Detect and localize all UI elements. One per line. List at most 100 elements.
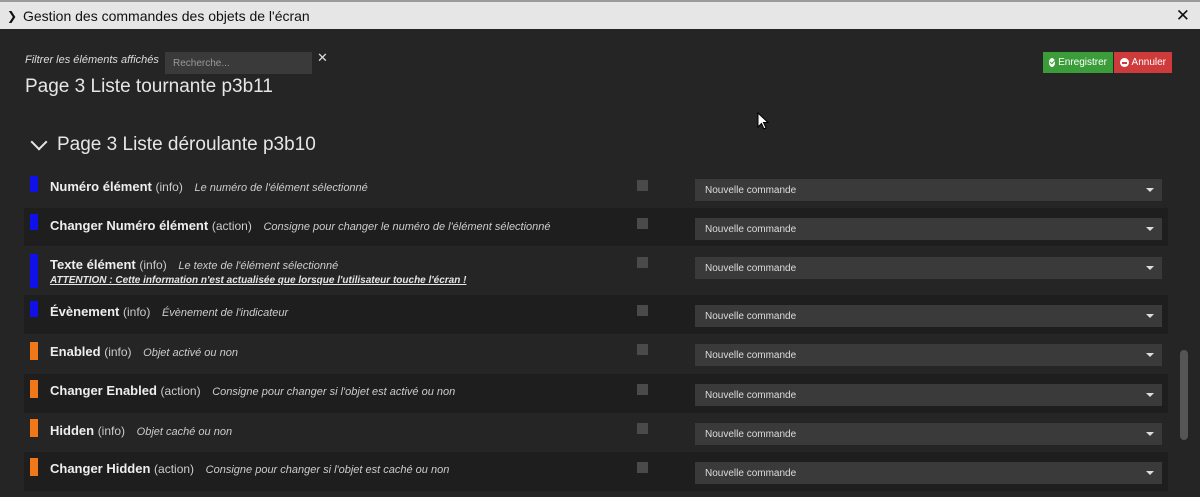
check-circle-icon [1049,58,1056,67]
row-checkbox[interactable] [637,423,648,434]
row-description: Objet activé ou non [143,347,238,359]
row-type: (info) [104,345,132,359]
vertical-scrollbar[interactable] [1180,350,1188,440]
row-description: Consigne pour changer si l'objet est act… [212,386,456,398]
row-name: Numéro élément [50,179,152,194]
save-button[interactable]: Enregistrer [1043,52,1113,73]
caret-down-icon [1146,227,1154,231]
row-type: (action) [154,462,195,476]
command-select-value: Nouvelle commande [705,428,797,440]
clear-search-icon[interactable]: ✕ [317,50,328,66]
row-warning: ATTENTION : Cette information n'est actu… [50,275,467,286]
type-color-bar [30,380,38,398]
save-button-label: Enregistrer [1058,57,1107,68]
command-row: Changer Enabled (action) Consigne pour c… [24,374,1168,413]
command-select-value: Nouvelle commande [705,467,797,479]
row-label: Texte élément (info) Le texte de l'éléme… [50,257,338,272]
command-select-value: Nouvelle commande [705,389,797,401]
row-name: Texte élément [50,257,136,272]
row-checkbox[interactable] [637,257,648,268]
caret-down-icon [1146,393,1154,397]
command-row: Évènement (info) Évènement de l'indicate… [24,295,1168,334]
command-row: Changer Numéro élément (action) Consigne… [24,208,1168,246]
type-color-bar [30,419,38,437]
close-icon[interactable]: ✕ [1176,6,1190,26]
command-select-value: Nouvelle commande [705,223,797,235]
row-type: (info) [139,258,167,272]
command-select[interactable]: Nouvelle commande [695,384,1162,406]
row-description: Évènement de l'indicateur [161,307,289,319]
row-label: Évènement (info) Évènement de l'indicate… [50,304,288,319]
command-row: Texte élément (info) Le texte de l'éléme… [24,246,1168,295]
section-heading[interactable]: Page 3 Liste déroulante p3b10 [30,133,316,156]
row-type: (info) [97,424,126,438]
command-row: Changer Hidden (action) Consigne pour ch… [24,452,1168,491]
row-description: Le texte de l'élément sélectionné [178,260,339,272]
minus-circle-icon [1120,58,1129,67]
row-checkbox[interactable] [637,180,648,191]
row-type: (action) [160,384,201,398]
row-name: Enabled [50,344,101,359]
caret-down-icon [1146,314,1154,318]
row-checkbox[interactable] [637,384,648,395]
search-input[interactable] [165,52,312,74]
row-type: (action) [211,219,252,233]
row-checkbox[interactable] [637,305,648,316]
row-label: Changer Hidden (action) Consigne pour ch… [50,461,449,476]
row-label: Hidden (info) Objet caché ou non [50,423,232,438]
caret-down-icon [1146,266,1154,270]
row-type: (info) [155,180,183,194]
row-checkbox[interactable] [637,462,648,473]
command-select[interactable]: Nouvelle commande [695,344,1162,366]
mouse-cursor-icon [757,112,769,130]
row-checkbox[interactable] [637,218,648,229]
row-label: Enabled (info) Objet activé ou non [50,344,238,359]
row-checkbox[interactable] [637,344,648,355]
chevron-down-icon[interactable] [30,133,48,151]
row-description: Objet caché ou non [136,426,233,438]
window-titlebar: ❯ Gestion des commandes des objets de l'… [0,0,1200,29]
command-select[interactable]: Nouvelle commande [695,218,1162,240]
row-description: Consigne pour changer si l'objet est cac… [205,464,450,476]
cancel-button[interactable]: Annuler [1114,52,1172,73]
command-row: Enabled (info) Objet activé ou non Nouve… [24,334,1168,374]
type-color-bar [30,176,38,192]
window-title: Gestion des commandes des objets de l'éc… [23,7,310,24]
section-title: Page 3 Liste déroulante p3b10 [57,134,316,155]
row-label: Changer Numéro élément (action) Consigne… [50,218,551,233]
type-color-bar [30,214,38,230]
row-name: Changer Numéro élément [50,218,209,233]
type-color-bar [30,458,38,476]
caret-down-icon [1146,188,1154,192]
row-name: Changer Enabled [50,383,157,398]
command-select[interactable]: Nouvelle commande [695,305,1162,327]
type-color-bar [30,254,38,288]
type-color-bar [30,301,38,317]
row-name: Évènement [50,304,120,319]
row-description: Consigne pour changer le numéro de l'élé… [263,221,551,233]
row-name: Changer Hidden [50,461,151,476]
command-select-value: Nouvelle commande [705,262,797,274]
chevron-right-icon[interactable]: ❯ [7,9,17,23]
cancel-button-label: Annuler [1131,57,1166,68]
command-select-value: Nouvelle commande [705,184,797,196]
command-select[interactable]: Nouvelle commande [695,179,1162,201]
filter-label: Filtrer les éléments affichés [25,54,159,66]
row-type: (info) [123,305,151,319]
command-select-value: Nouvelle commande [705,310,797,322]
previous-section-heading[interactable]: Page 3 Liste tournante p3b11 [25,74,1175,96]
caret-down-icon [1146,471,1154,475]
command-select[interactable]: Nouvelle commande [695,257,1162,279]
row-label: Numéro élément (info) Le numéro de l'élé… [50,179,368,194]
command-select[interactable]: Nouvelle commande [695,423,1162,445]
row-name: Hidden [50,423,95,438]
type-color-bar [30,342,38,360]
caret-down-icon [1146,353,1154,357]
row-description: Le numéro de l'élément sélectionné [194,182,368,194]
row-label: Changer Enabled (action) Consigne pour c… [50,383,455,398]
command-select-value: Nouvelle commande [705,349,797,361]
caret-down-icon [1146,432,1154,436]
command-select[interactable]: Nouvelle commande [695,462,1162,484]
command-row: Numéro élément (info) Le numéro de l'élé… [24,170,1168,208]
previous-section-title: Page 3 Liste tournante p3b11 [25,76,273,96]
